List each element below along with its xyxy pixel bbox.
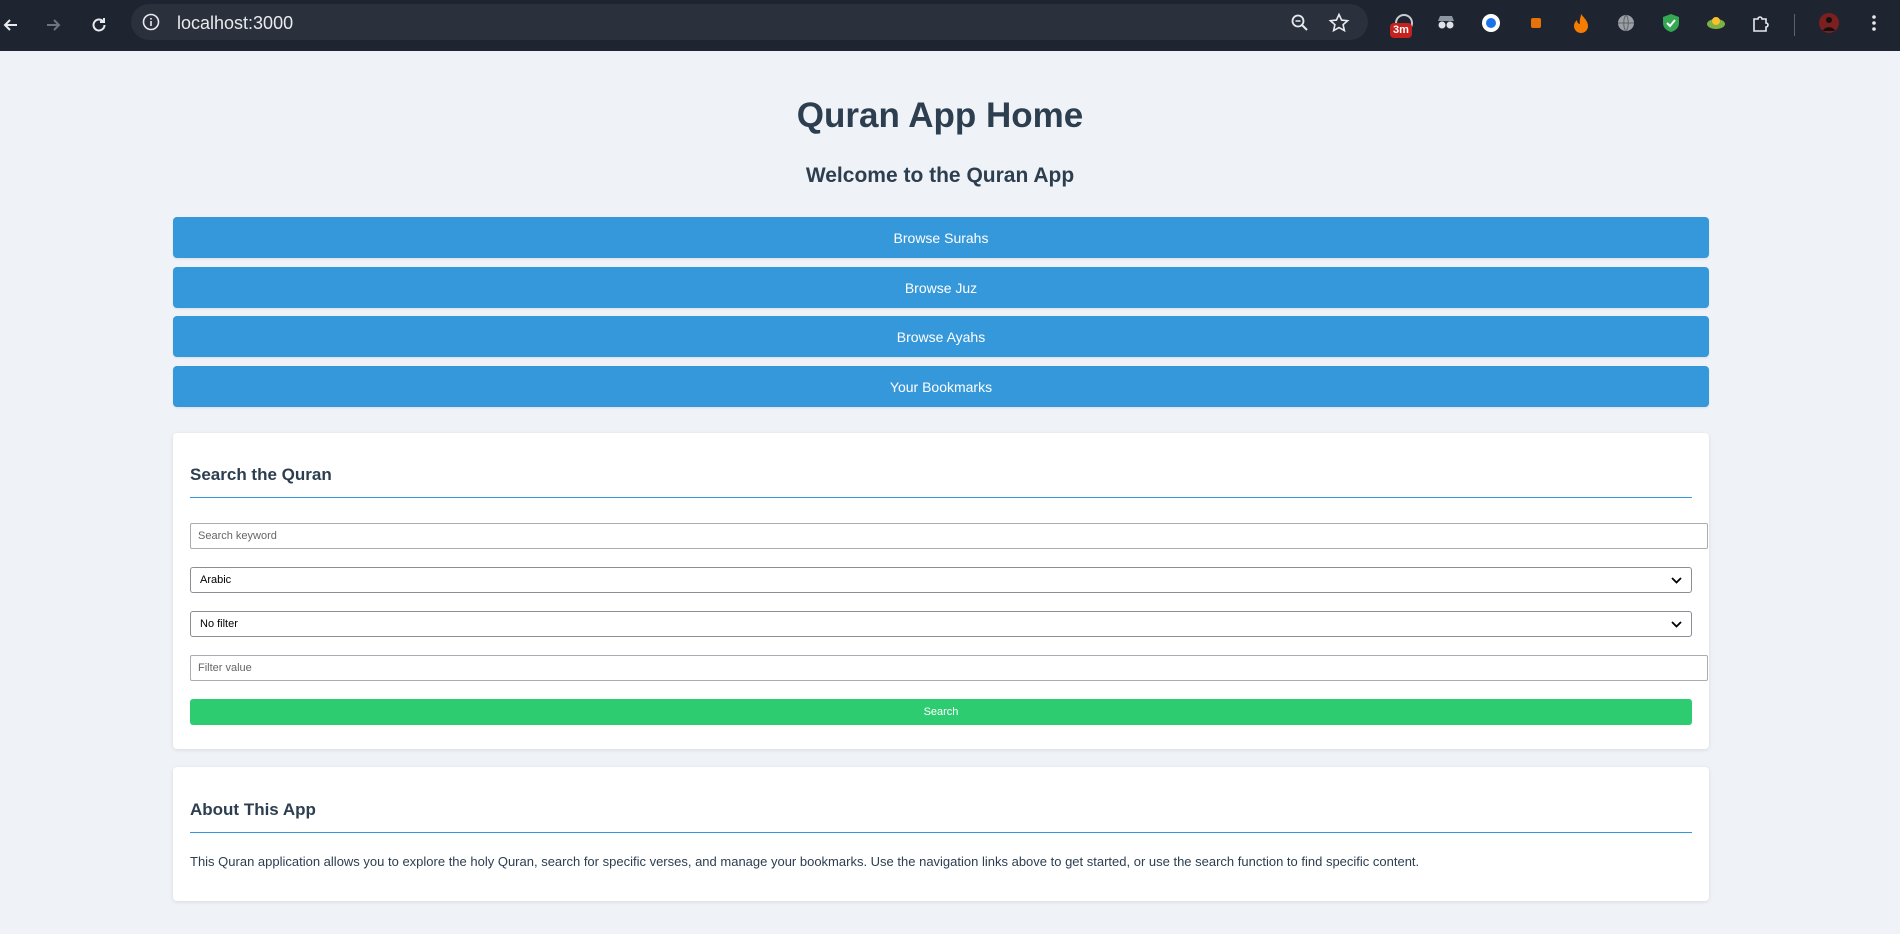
globe-extension-icon[interactable] [1614,11,1638,35]
search-keyword-input[interactable]: Search keyword [190,523,1708,549]
language-select-value: Arabic [200,574,232,586]
browse-surahs-link[interactable]: Browse Surahs [173,217,1709,258]
extensions-puzzle-icon[interactable] [1749,11,1773,35]
page-subtitle: Welcome to the Quran App [805,164,1075,187]
colorful-extension-icon[interactable] [1704,11,1728,35]
bookmark-star-icon[interactable] [1328,12,1350,34]
shield-extension-icon[interactable] [1659,11,1683,35]
address-bar[interactable]: localhost:3000 [131,4,1368,40]
reload-icon[interactable] [84,10,114,40]
fire-extension-icon[interactable] [1569,11,1593,35]
language-select[interactable]: Arabic [190,567,1692,593]
url-text[interactable]: localhost:3000 [177,13,293,34]
extension-badge: 3m [1390,23,1412,38]
orange-extension-icon[interactable] [1524,11,1548,35]
toolbar-divider [1794,14,1795,36]
about-heading: About This App [190,800,316,819]
site-info-icon[interactable] [142,13,160,31]
search-button[interactable]: Search [190,699,1692,725]
back-arrow-icon[interactable] [0,10,26,40]
page-content: Quran App Home Welcome to the Quran App … [0,51,1900,934]
about-text: This Quran application allows you to exp… [190,854,1420,869]
spy-extension-icon[interactable] [1434,11,1458,35]
bookmarks-link[interactable]: Your Bookmarks [173,366,1709,407]
chevron-down-icon [1671,577,1682,584]
filter-select[interactable]: No filter [190,611,1692,637]
filter-value-input[interactable]: Filter value [190,655,1708,681]
search-heading: Search the Quran [190,465,332,484]
browser-toolbar: localhost:3000 3m [0,0,1900,51]
chevron-down-icon [1671,621,1682,628]
password-extension-icon[interactable] [1479,11,1503,35]
browse-ayahs-link[interactable]: Browse Ayahs [173,316,1709,357]
about-card: About This App This Quran application al… [173,767,1709,901]
profile-avatar[interactable] [1817,11,1841,35]
search-card: Search the Quran Search keyword Arabic N… [173,433,1709,749]
search-heading-rule [190,497,1692,498]
page-title: Quran App Home [796,96,1084,135]
about-heading-rule [190,832,1692,833]
filter-select-value: No filter [200,618,238,630]
forward-arrow-icon[interactable] [38,10,68,40]
kebab-menu-icon[interactable] [1862,11,1886,35]
browse-juz-link[interactable]: Browse Juz [173,267,1709,308]
zoom-icon[interactable] [1290,13,1310,33]
